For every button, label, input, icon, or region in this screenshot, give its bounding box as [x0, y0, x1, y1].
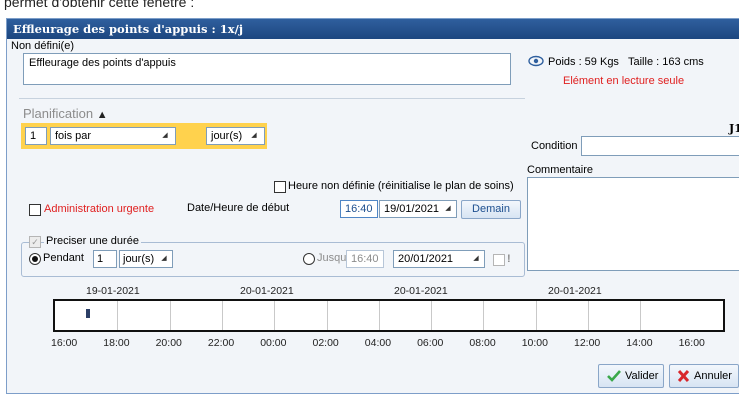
timeline-gridline — [588, 301, 589, 330]
start-date-value: 19/01/2021 — [384, 203, 440, 215]
chevron-down-icon[interactable]: ◢ — [159, 130, 171, 142]
frequency-value-input[interactable]: 1 — [25, 127, 47, 145]
undefined-time-label: Heure non définie (réinitialise le plan … — [288, 180, 514, 192]
tomorrow-button[interactable]: Demain — [461, 200, 521, 219]
pendant-value: 1 — [97, 253, 104, 265]
category-label: Non défini(e) — [11, 40, 74, 52]
timeline-gridline — [640, 301, 642, 330]
timeline-hour-label: 16:00 — [51, 337, 78, 349]
until-time-value: 16:40 — [351, 253, 379, 265]
readonly-notice: Elément en lecture seule — [563, 75, 685, 87]
start-date-input[interactable]: 19/01/2021 ◢ — [379, 200, 457, 218]
pendant-radio[interactable] — [29, 253, 41, 265]
urgent-checkbox[interactable] — [29, 204, 41, 216]
dialog-titlebar: Effleurage des points d'appuis : 1x/j — [7, 19, 739, 39]
timeline-gridline — [221, 301, 223, 330]
radio-dot — [32, 256, 38, 262]
comment-label: Commentaire — [527, 164, 594, 176]
patient-weight: Poids : 59 Kgs — [548, 56, 619, 68]
validate-label: Valider — [625, 370, 659, 382]
cancel-button[interactable]: Annuler — [669, 364, 739, 388]
timeline-date-label: 20-01-2021 — [240, 285, 294, 297]
chevron-down-icon[interactable]: ◢ — [248, 130, 260, 142]
urgent-label: Administration urgente — [44, 203, 155, 215]
until-checkbox[interactable] — [493, 254, 505, 266]
timeline-gridline — [535, 301, 537, 330]
timeline-hour-label: 16:00 — [678, 337, 705, 349]
checkmark-icon — [607, 370, 621, 382]
comment-textarea[interactable] — [527, 177, 739, 271]
patient-height: Taille : 163 cms — [628, 56, 704, 68]
validate-button[interactable]: Valider — [598, 364, 664, 388]
pendant-unit-select[interactable]: jour(s) ◢ — [119, 250, 173, 268]
timeline-date-label: 20-01-2021 — [394, 285, 448, 297]
timeline-hour-label: 10:00 — [521, 337, 548, 349]
until-date-value: 20/01/2021 — [398, 253, 454, 265]
timeline-hour-label: 06:00 — [417, 337, 444, 349]
collapse-arrow-icon[interactable]: ▲ — [97, 109, 108, 121]
timeline-marker[interactable] — [86, 309, 90, 318]
description-field[interactable]: Effleurage des points d'appuis — [23, 53, 511, 85]
timeline-gridline — [117, 301, 119, 330]
care-dialog: Effleurage des points d'appuis : 1x/j No… — [6, 18, 739, 394]
start-time-value: 16:40 — [345, 203, 373, 215]
caption-text: permet d'obtenir cette fenêtre : — [4, 0, 195, 10]
pendant-value-input[interactable]: 1 — [93, 250, 117, 268]
description-text: Effleurage des points d'appuis — [29, 57, 176, 69]
until-flag: ! — [507, 253, 511, 265]
until-date-input[interactable]: 20/01/2021 ◢ — [393, 250, 485, 268]
planning-header[interactable]: Planification ▲ — [23, 106, 108, 121]
timeline-gridline — [326, 301, 328, 330]
timeline-gridline — [274, 301, 276, 330]
timeline-hour-label: 22:00 — [207, 337, 235, 349]
timeline-hour-label: 12:00 — [574, 337, 601, 349]
cancel-label: Annuler — [694, 370, 732, 382]
duration-group-label: Preciser une durée — [44, 235, 141, 247]
timeline-hour-label: 04:00 — [364, 337, 392, 349]
pendant-label: Pendant — [43, 252, 84, 264]
timeline-hour-label: 20:00 — [155, 337, 182, 349]
condition-input[interactable] — [581, 136, 739, 156]
timeline-gridline — [378, 301, 380, 330]
pendant-unit-value: jour(s) — [123, 253, 155, 265]
timeline-hour-label: 08:00 — [469, 337, 496, 349]
timeline-gridline — [431, 301, 433, 330]
chevron-down-icon[interactable]: ◢ — [470, 253, 482, 265]
dialog-title: Effleurage des points d'appuis : 1x/j — [13, 22, 243, 36]
timeline-hour-label: 14:00 — [626, 337, 653, 349]
start-time-input[interactable]: 16:40 — [340, 200, 378, 218]
unit-select-value: jour(s) — [211, 130, 243, 142]
frequency-select-value: fois par — [55, 130, 92, 142]
divider — [19, 98, 525, 99]
timeline-hour-label: 00:00 — [260, 337, 287, 349]
timeline-hour-label: 02:00 — [312, 337, 339, 349]
eye-icon — [528, 55, 544, 67]
duration-checkbox[interactable]: ✓ — [29, 236, 41, 248]
condition-label: Condition — [531, 140, 578, 152]
chevron-down-icon[interactable]: ◢ — [442, 203, 454, 215]
unit-select[interactable]: jour(s) ◢ — [206, 127, 265, 145]
timeline-gridline — [483, 301, 485, 330]
timeline-track[interactable] — [53, 299, 725, 332]
planning-header-label: Planification — [23, 106, 94, 121]
frequency-select[interactable]: fois par ◢ — [50, 127, 176, 145]
timeline-hour-label: 18:00 — [103, 337, 130, 349]
close-icon — [677, 370, 690, 382]
timeline-date-label: 20-01-2021 — [548, 285, 602, 297]
until-time-input[interactable]: 16:40 — [346, 250, 384, 268]
chevron-down-icon[interactable]: ◢ — [158, 253, 170, 265]
until-radio[interactable] — [303, 253, 315, 265]
frequency-value: 1 — [30, 130, 37, 142]
day-label: J1 — [729, 122, 739, 135]
undefined-time-checkbox[interactable] — [274, 181, 286, 193]
timeline-gridline — [169, 301, 171, 330]
start-label: Date/Heure de début — [187, 202, 290, 214]
timeline-date-label: 19-01-2021 — [86, 285, 140, 297]
